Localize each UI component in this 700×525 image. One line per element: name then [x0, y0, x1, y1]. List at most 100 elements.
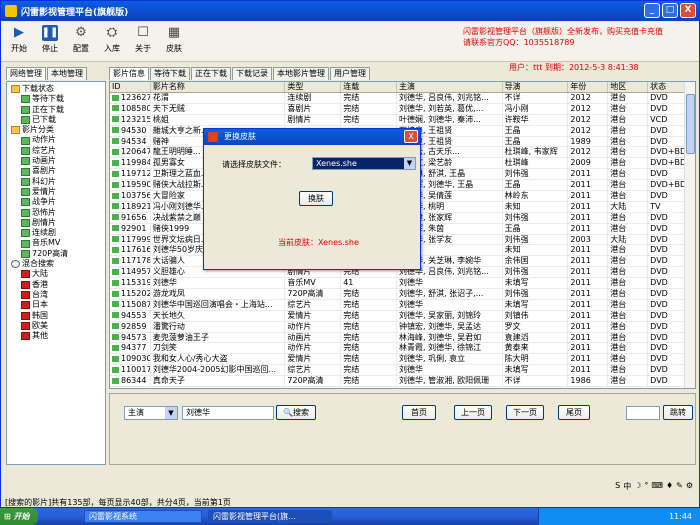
start-label: 开始: [11, 44, 27, 53]
tab-right-0[interactable]: 影片信息: [109, 67, 149, 80]
tab-right-4[interactable]: 本地影片管理: [273, 67, 329, 80]
first-page-button[interactable]: 首页: [402, 405, 436, 420]
promo-banner[interactable]: 闪雷影视管理平台（旗舰版）全新发布，购买充值卡充值 请联系官方QQ：103551…: [463, 26, 663, 48]
column-header[interactable]: 年份: [568, 82, 609, 92]
taskbar-item-system[interactable]: 闪雷影视系统: [84, 510, 202, 523]
table-row[interactable]: 123627 花渭 连续剧 完结 刘德华, 吕良伟, 刘兆铭... 不详 2012 港台 DVD: [110, 93, 695, 104]
stop-button[interactable]: ❚❚ 停止: [35, 25, 65, 54]
table-row[interactable]: 109030 我和女人心/秀心大盗 爱情片 完结 刘德华, 巩俐, 袁立 陈大明 2011 港…: [110, 354, 695, 366]
tray-icon[interactable]: ☽: [634, 481, 641, 492]
table-row[interactable]: 86344 真命天子 720P高清 完结 刘德华, 管淑湘, 欧阳佩珊 不详 1986 港台 D…: [110, 376, 695, 388]
tree-item[interactable]: 音乐MV: [7, 238, 105, 248]
tab-local-manage[interactable]: 本地管理: [47, 67, 87, 80]
skin-file-select[interactable]: Xenes.she ▼: [312, 157, 416, 170]
tree-item[interactable]: 香港: [7, 280, 105, 290]
minimize-button[interactable]: _: [644, 3, 660, 18]
column-header[interactable]: ID: [110, 82, 151, 92]
start-menu-button[interactable]: ⊞ 开始: [0, 508, 38, 525]
chevron-down-icon[interactable]: ▼: [165, 407, 177, 419]
tree-item[interactable]: 台湾: [7, 290, 105, 300]
table-row[interactable]: 123215 桃姐 剧情片 完结 叶德娴, 刘德华, 秦沛... 许鞍华 2012 港台 VCD: [110, 114, 695, 126]
tree-item[interactable]: 连续剧: [7, 228, 105, 238]
tree-item[interactable]: 战争片: [7, 197, 105, 207]
apply-skin-button[interactable]: 换肤: [299, 191, 333, 206]
tray-icon[interactable]: S: [615, 481, 620, 492]
tree-item[interactable]: 日本: [7, 300, 105, 310]
column-header[interactable]: 地区: [608, 82, 649, 92]
tree-item[interactable]: 欧美: [7, 321, 105, 331]
taskbar-item-platform[interactable]: 闪雷影视管理平台(旗...: [208, 510, 332, 523]
clock[interactable]: 11:44: [669, 512, 692, 521]
tree-item[interactable]: 下载状态: [7, 84, 105, 94]
search-field-select[interactable]: 主演 ▼: [124, 406, 178, 420]
tree-item[interactable]: 爱情片: [7, 187, 105, 197]
tab-right-1[interactable]: 等待下载: [150, 67, 190, 80]
dialog-close-button[interactable]: X: [404, 130, 418, 143]
tree-item[interactable]: 正在下载: [7, 105, 105, 115]
tray-icon[interactable]: ⚙: [686, 481, 693, 492]
next-page-button[interactable]: 下一页: [506, 405, 544, 420]
column-header[interactable]: 导演: [503, 82, 569, 92]
table-cell: 完结: [341, 376, 398, 387]
tree-item[interactable]: 科幻片: [7, 177, 105, 187]
table-row[interactable]: 92859 潘驚行动 动作片 完结 钟镇宏, 刘德华, 吴孟达 罗文 2011 港台 DVD: [110, 321, 695, 333]
tray-icon[interactable]: ✎: [676, 481, 683, 492]
skin-button[interactable]: ▦ 皮肤: [159, 25, 189, 54]
tree-item[interactable]: 混合搜索: [7, 259, 105, 269]
table-row[interactable]: 115087 刘德华中国巡回演唱会・上海站... 综艺片 完结 刘德华 未填写 2011 港台…: [110, 299, 695, 311]
jump-button[interactable]: 跳转: [663, 405, 693, 420]
page-jump-input[interactable]: [626, 406, 660, 420]
tray-icon[interactable]: 中: [623, 481, 631, 492]
cell-text: 港台: [610, 267, 627, 277]
title-bar[interactable]: 闪雷影视管理平台(旗舰版) _ □ X: [1, 1, 699, 21]
tree-item[interactable]: 大陆: [7, 269, 105, 279]
tree-item[interactable]: 等待下载: [7, 94, 105, 104]
tree-item[interactable]: 已下载: [7, 115, 105, 125]
about-button[interactable]: ☐ 关于: [128, 25, 158, 54]
tray-icon[interactable]: °: [644, 481, 648, 492]
chevron-down-icon[interactable]: ▼: [404, 158, 415, 169]
tray-icon[interactable]: ♦: [666, 481, 673, 492]
table-row[interactable]: 94377 刀剑笑 动作片 完结 林青霞, 刘德华, 徐锦江 黄泰来 2011 港台 DVD: [110, 343, 695, 355]
tab-network-manage[interactable]: 网络管理: [6, 67, 46, 80]
tree-item[interactable]: 剧情片: [7, 218, 105, 228]
scroll-thumb[interactable]: [686, 94, 695, 154]
tree-item[interactable]: 综艺片: [7, 146, 105, 156]
table-row[interactable]: 110017 刘德华2004-2005幻影中国巡回... 综艺片 完结 刘德华 未填写 20…: [110, 365, 695, 377]
tray-icon[interactable]: ⌨: [651, 481, 663, 492]
last-page-button[interactable]: 尾页: [558, 405, 590, 420]
tab-right-5[interactable]: 用户管理: [330, 67, 370, 80]
search-button[interactable]: 🔍搜索: [276, 405, 316, 420]
table-row[interactable]: 108580 天下无贼 喜剧片 完结 刘德华, 刘若英, 葛优,... 冯小刚 2012 港台…: [110, 103, 695, 115]
cell-text: 117616: [121, 245, 151, 255]
column-header[interactable]: 类型: [285, 82, 342, 92]
tree-item[interactable]: 720P高清: [7, 249, 105, 259]
vertical-scrollbar[interactable]: [684, 82, 695, 388]
prev-page-button[interactable]: 上一页: [454, 405, 492, 420]
tree-item[interactable]: 影片分类: [7, 125, 105, 135]
close-button[interactable]: X: [680, 3, 696, 18]
column-header[interactable]: 影片名称: [151, 82, 286, 92]
tab-right-3[interactable]: 下载记录: [232, 67, 272, 80]
import-button[interactable]: ⛭ 入库: [97, 25, 127, 54]
tree-item[interactable]: 恐怖片: [7, 208, 105, 218]
settings-button[interactable]: ⚙ 配置: [66, 25, 96, 54]
tree-item[interactable]: 动画片: [7, 156, 105, 166]
maximize-button[interactable]: □: [662, 3, 678, 18]
tab-right-2[interactable]: 正在下载: [191, 67, 231, 80]
search-input[interactable]: 刘德华: [182, 406, 274, 420]
table-row[interactable]: 94553 天长地久 爱情片 完结 刘德华, 吴家丽, 刘锦玲 刘镇伟 2011 港台 DVD: [110, 310, 695, 322]
column-header[interactable]: 连载: [341, 82, 398, 92]
dialog-title-bar[interactable]: 更换皮肤 X: [204, 129, 420, 145]
start-button[interactable]: ▶ 开始: [4, 25, 34, 54]
tree-item[interactable]: 其他: [7, 331, 105, 341]
tree-item[interactable]: 动作片: [7, 135, 105, 145]
table-cell: 音乐MV: [285, 278, 342, 289]
tree-item[interactable]: 喜剧片: [7, 166, 105, 176]
column-header[interactable]: 主演: [397, 82, 503, 92]
tree-item[interactable]: 韩国: [7, 311, 105, 321]
status-bar: S 中 ☽ ° ⌨ ♦ ✎ ⚙ [搜索的影片]共有135部，每页显示40部，共分4页，当前第1…: [1, 469, 699, 507]
table-row[interactable]: 115202 游龙戏凤 720P高清 完结 刘德华, 舒淇, 张诏子,... 刘伟强 201…: [110, 289, 695, 300]
table-row[interactable]: 115319 刘德华 音乐MV 41 刘德华 未填写 2011 港台 DVD: [110, 278, 695, 290]
table-row[interactable]: 94573 麦兜菠萝油王子 动画片 完结 林海峰, 刘德华, 吴君如 袁建滔 2011 港台 D…: [110, 332, 695, 344]
